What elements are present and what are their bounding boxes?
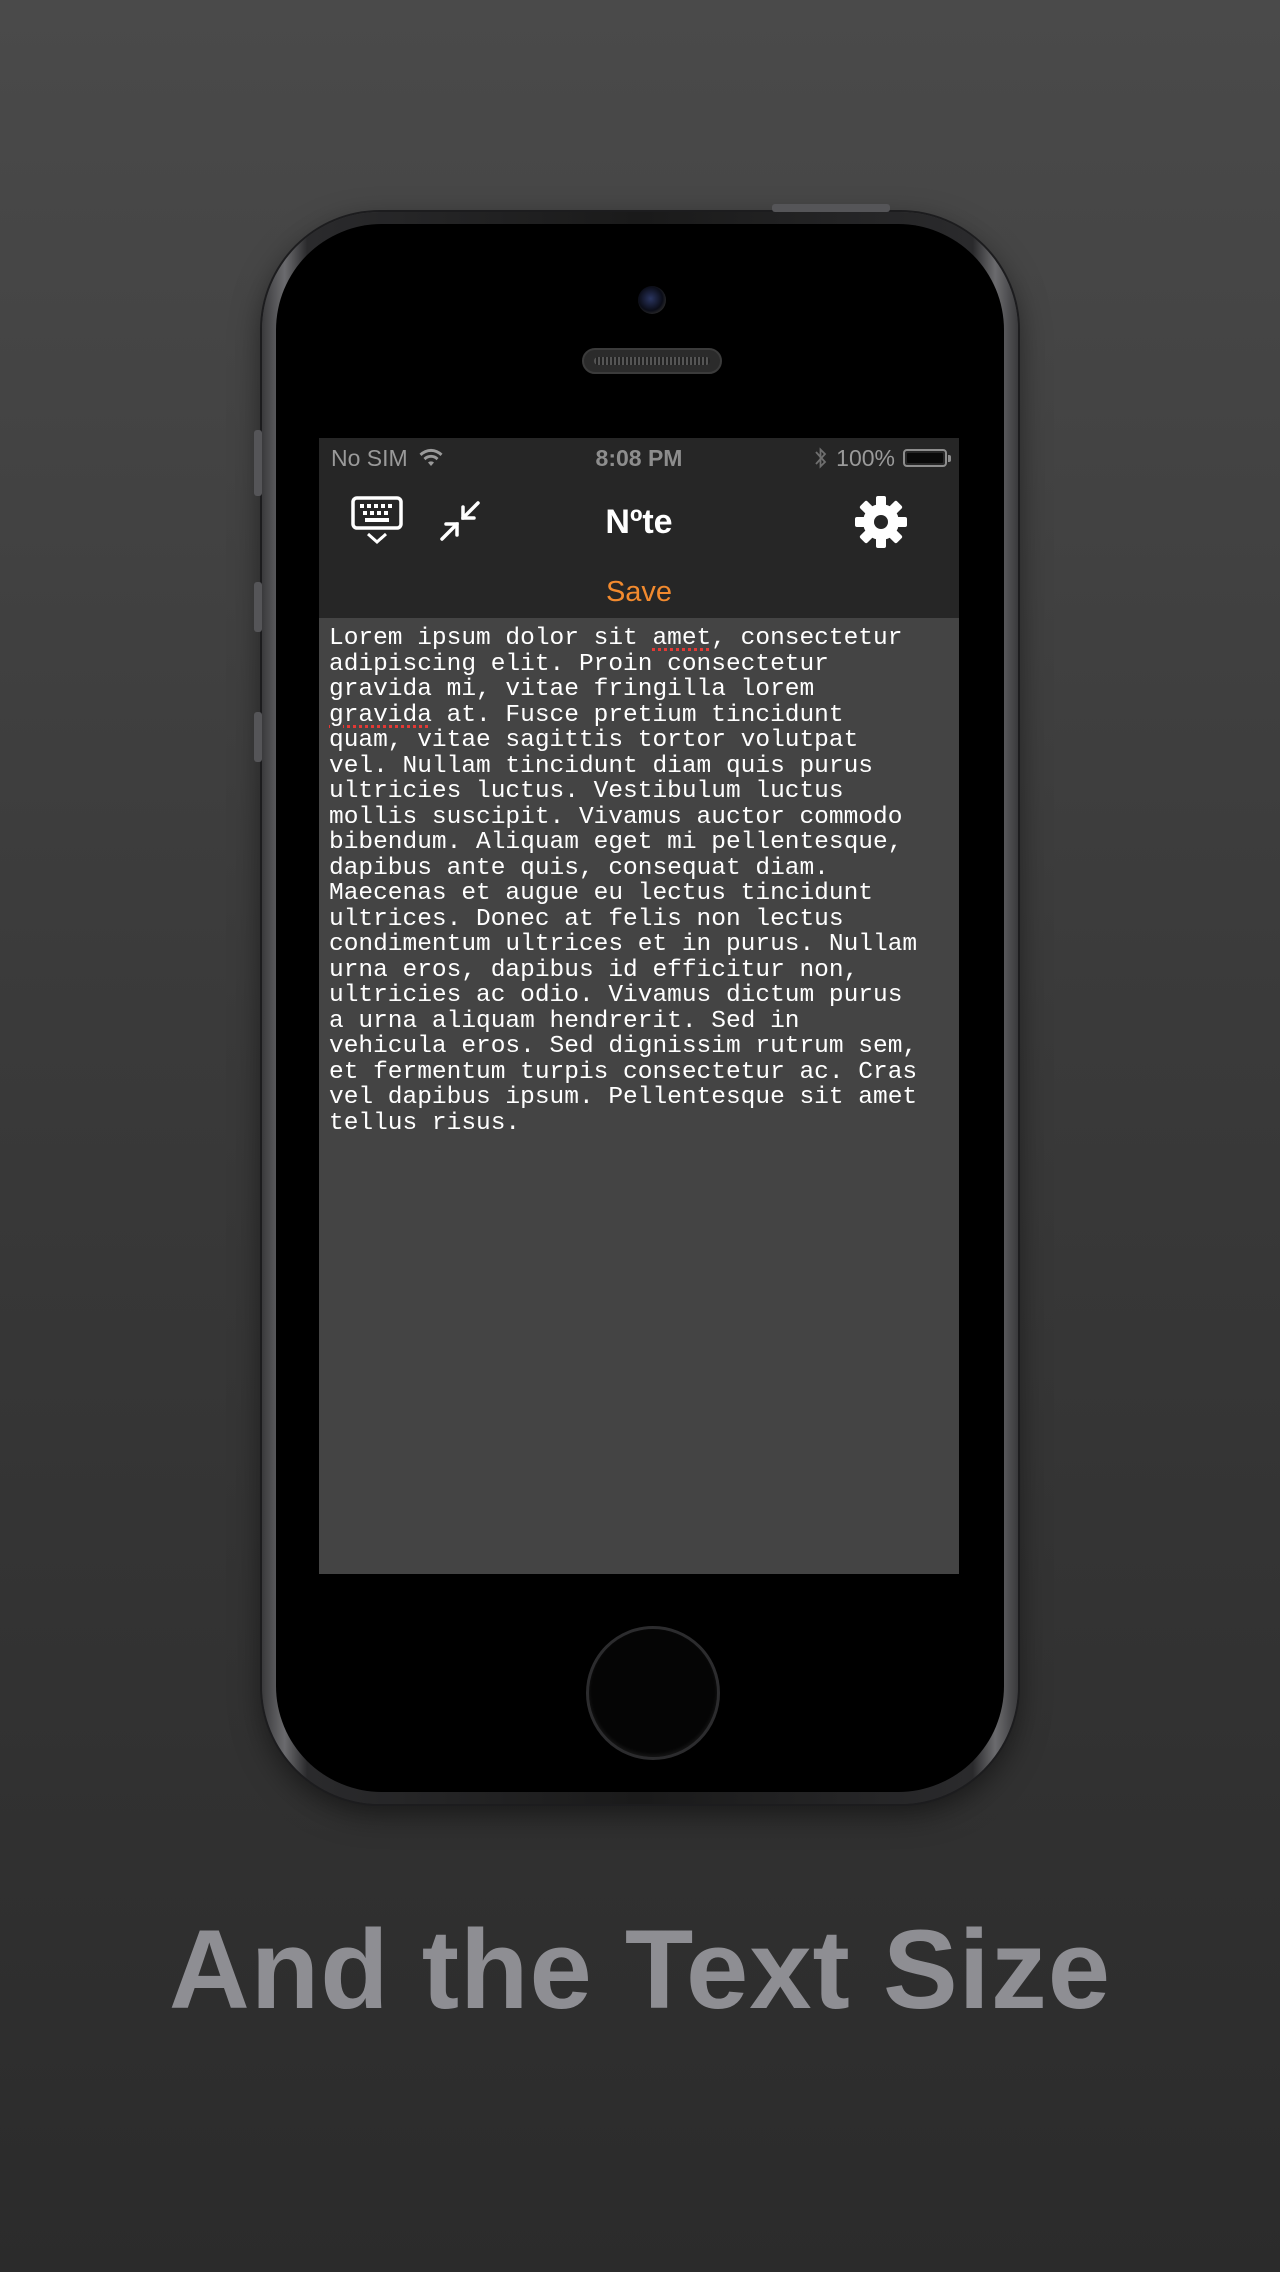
battery-percent: 100% bbox=[836, 445, 895, 471]
bluetooth-icon bbox=[815, 447, 827, 469]
note-text-segment: Lorem ipsum dolor sit bbox=[329, 625, 653, 652]
home-button bbox=[586, 1626, 720, 1760]
promo-caption: And the Text Size bbox=[168, 1907, 1112, 2032]
nav-bar: Nºte bbox=[319, 478, 959, 566]
gear-icon[interactable] bbox=[855, 496, 907, 548]
save-button[interactable]: Save bbox=[586, 566, 692, 618]
app-view: No SIM 8:08 PM 100% Nºte Save Lorem ipsu… bbox=[319, 438, 959, 1574]
phone-screen: No SIM 8:08 PM 100% Nºte Save Lorem ipsu… bbox=[311, 430, 967, 1582]
keyboard-dismiss-icon[interactable] bbox=[351, 496, 403, 546]
compress-arrows-icon[interactable] bbox=[437, 498, 483, 544]
misspelled-word: gravida bbox=[329, 701, 432, 729]
note-text-area[interactable]: Lorem ipsum dolor sit amet, consectetur … bbox=[329, 626, 953, 1136]
misspelled-word: amet bbox=[652, 625, 712, 652]
save-bar: Save bbox=[319, 566, 959, 618]
earpiece-speaker bbox=[582, 348, 722, 374]
volume-up-button bbox=[254, 582, 262, 632]
status-bar: No SIM 8:08 PM 100% bbox=[319, 438, 959, 478]
battery-icon bbox=[903, 449, 951, 467]
mute-switch bbox=[254, 430, 262, 496]
power-button bbox=[772, 204, 890, 212]
volume-down-button bbox=[254, 712, 262, 762]
note-text-segment: at. Fusce pretium tincidunt quam, vitae … bbox=[329, 701, 918, 1137]
front-camera bbox=[638, 286, 666, 314]
